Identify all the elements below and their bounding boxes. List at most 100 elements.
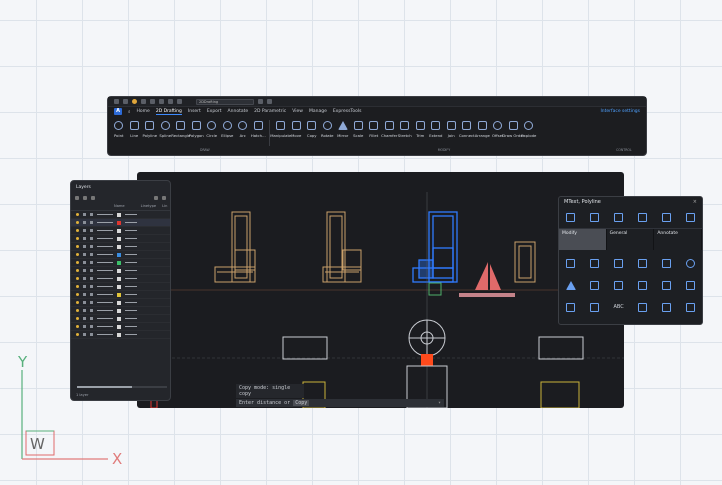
- tool-arc[interactable]: Arc: [236, 118, 250, 146]
- lock-icon[interactable]: [83, 221, 86, 224]
- layer-row[interactable]: [71, 267, 170, 275]
- visibility-icon[interactable]: [76, 245, 79, 248]
- layer-color-swatch[interactable]: [117, 300, 121, 305]
- col-linetype[interactable]: Linetype: [141, 204, 157, 208]
- layer-color-swatch[interactable]: [117, 244, 121, 249]
- layer-color-swatch[interactable]: [117, 252, 121, 257]
- plot-icon[interactable]: [168, 99, 173, 104]
- quad-break-tool[interactable]: [631, 274, 655, 296]
- layer-color-swatch[interactable]: [117, 212, 121, 217]
- quad-chamfer-tool[interactable]: [678, 274, 702, 296]
- visibility-icon[interactable]: [76, 229, 79, 232]
- drawing-canvas[interactable]: Copy mode: single copy Enter distance or…: [137, 172, 624, 408]
- lock-icon[interactable]: [83, 261, 86, 264]
- command-option-copy[interactable]: Copy: [293, 400, 310, 406]
- visibility-icon[interactable]: [76, 293, 79, 296]
- tool-scale[interactable]: Scale: [352, 118, 366, 146]
- lock-icon[interactable]: [83, 229, 86, 232]
- visibility-icon[interactable]: [76, 277, 79, 280]
- visibility-icon[interactable]: [76, 213, 79, 216]
- tab-2d-parametric[interactable]: 2D Parametric: [254, 109, 286, 114]
- freeze-icon[interactable]: [90, 317, 93, 320]
- tab-insert[interactable]: Insert: [188, 109, 201, 114]
- layer-row[interactable]: [71, 211, 170, 219]
- lock-icon[interactable]: [83, 309, 86, 312]
- search-icon[interactable]: ⌕: [128, 109, 131, 115]
- freeze-icon[interactable]: [90, 293, 93, 296]
- quad-edit-tool[interactable]: [654, 296, 678, 318]
- command-line[interactable]: Copy mode: single copy Enter distance or…: [236, 384, 444, 407]
- lock-icon[interactable]: [83, 277, 86, 280]
- command-input[interactable]: Enter distance or Copy ▾: [236, 399, 444, 407]
- quad-copy-base-tool[interactable]: [607, 252, 631, 274]
- tool-join[interactable]: Join: [445, 118, 459, 146]
- quad-array-tool[interactable]: [559, 296, 583, 318]
- quad-stretch-tool[interactable]: [583, 207, 607, 228]
- freeze-icon[interactable]: [90, 277, 93, 280]
- visibility-icon[interactable]: [76, 317, 79, 320]
- quad-copy-base-tool[interactable]: [631, 207, 655, 228]
- tool-mirror[interactable]: Mirror: [336, 118, 350, 146]
- visibility-icon[interactable]: [76, 221, 79, 224]
- tool-explode[interactable]: Explode: [521, 118, 536, 146]
- layers-scrollbar[interactable]: [77, 386, 167, 388]
- scrollbar-thumb[interactable]: [77, 386, 132, 388]
- tab-manage[interactable]: Manage: [309, 109, 327, 114]
- quad-mirror-tool[interactable]: [559, 274, 583, 296]
- freeze-icon[interactable]: [90, 333, 93, 336]
- group-modify-label[interactable]: MODIFY: [438, 148, 450, 152]
- lock-icon[interactable]: [83, 317, 86, 320]
- quad-text-tool[interactable]: ABC: [607, 296, 631, 318]
- lock-icon[interactable]: [83, 333, 86, 336]
- freeze-icon[interactable]: [90, 245, 93, 248]
- quad-scale-tool[interactable]: [631, 252, 655, 274]
- freeze-icon[interactable]: [90, 325, 93, 328]
- tool-copy[interactable]: Copy: [305, 118, 319, 146]
- quad-move-copy-tool[interactable]: [678, 207, 702, 228]
- quad-stairs-tool[interactable]: [678, 296, 702, 318]
- layer-row[interactable]: [71, 235, 170, 243]
- freeze-icon[interactable]: [90, 285, 93, 288]
- tab-2d-drafting[interactable]: 2D Drafting: [155, 109, 182, 115]
- layer-row[interactable]: [71, 227, 170, 235]
- tool-offset[interactable]: Offset: [491, 118, 505, 146]
- lock-icon[interactable]: [83, 325, 86, 328]
- tool-extend[interactable]: Extend: [429, 118, 443, 146]
- layer-color-swatch[interactable]: [117, 228, 121, 233]
- tool-ellipse[interactable]: Ellipse: [221, 118, 235, 146]
- visibility-icon[interactable]: [76, 269, 79, 272]
- layer-row[interactable]: [71, 283, 170, 291]
- quad-leader-tool[interactable]: [631, 296, 655, 318]
- tool-move[interactable]: Move: [290, 118, 304, 146]
- tab-annotate[interactable]: Annotate: [228, 109, 249, 114]
- undo-icon[interactable]: [114, 99, 119, 104]
- tab-expresstools[interactable]: ExpressTools: [333, 109, 362, 114]
- quad-copy-tool[interactable]: [607, 207, 631, 228]
- visibility-icon[interactable]: [76, 253, 79, 256]
- freeze-icon[interactable]: [90, 309, 93, 312]
- list-icon[interactable]: [83, 196, 87, 200]
- sun-icon[interactable]: [132, 99, 137, 104]
- visibility-icon[interactable]: [76, 309, 79, 312]
- layer-color-swatch[interactable]: [117, 268, 121, 273]
- layer-color-swatch[interactable]: [117, 324, 121, 329]
- lock-icon[interactable]: [83, 245, 86, 248]
- tool-polyline[interactable]: Polyline: [142, 118, 157, 146]
- tab-view[interactable]: View: [292, 109, 303, 114]
- lock-icon[interactable]: [83, 293, 86, 296]
- layer-color-swatch[interactable]: [117, 332, 121, 337]
- layer-color-swatch[interactable]: [117, 236, 121, 241]
- freeze-icon[interactable]: [90, 253, 93, 256]
- freeze-icon[interactable]: [90, 221, 93, 224]
- visibility-icon[interactable]: [76, 333, 79, 336]
- tool-hatch[interactable]: Hatch...: [251, 118, 266, 146]
- lock-icon[interactable]: [83, 253, 86, 256]
- quad-align-tool[interactable]: [583, 296, 607, 318]
- layer-row[interactable]: [71, 243, 170, 251]
- tab-export[interactable]: Export: [207, 109, 222, 114]
- tool-arrange[interactable]: Arrange: [475, 118, 490, 146]
- redo-icon[interactable]: [123, 99, 128, 104]
- layer-color-swatch[interactable]: [117, 276, 121, 281]
- col-name[interactable]: Name: [114, 204, 125, 208]
- quad-tab-modify[interactable]: Modify: [559, 229, 607, 250]
